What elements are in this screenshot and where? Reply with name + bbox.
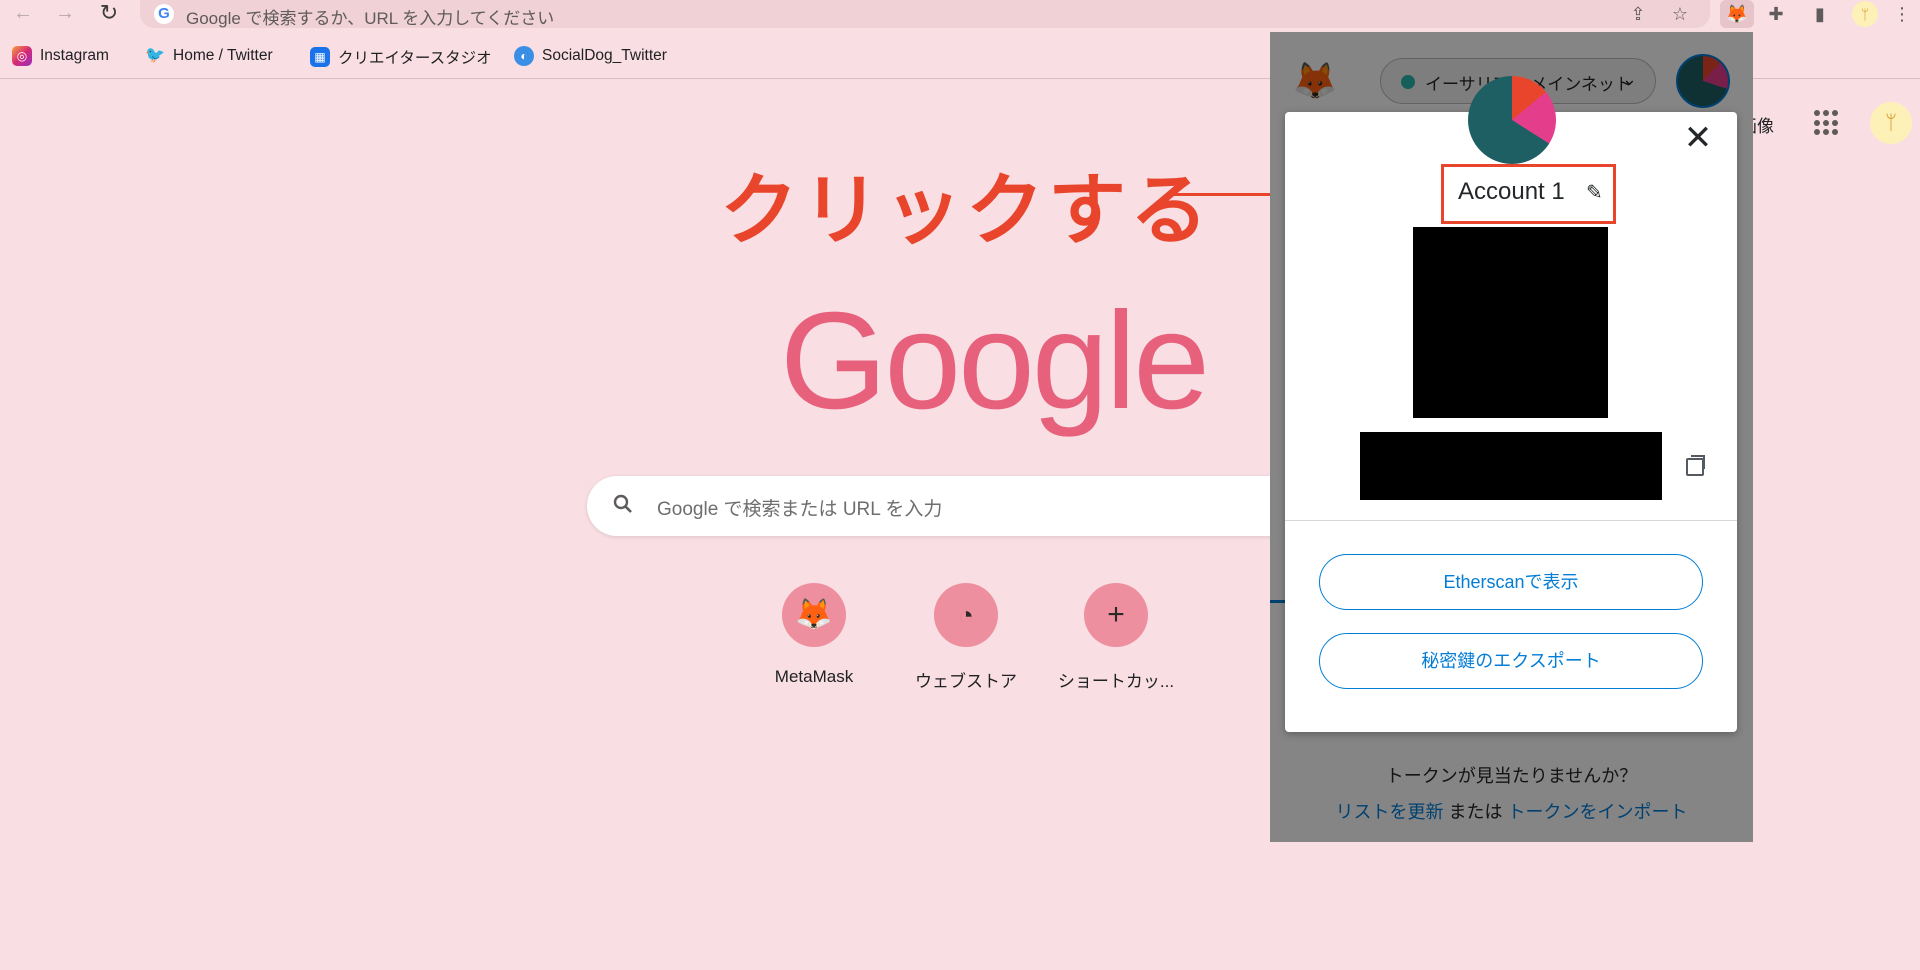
bookmark-twitter[interactable]: 🐦 Home / Twitter: [145, 46, 273, 66]
highlight-box: [1441, 164, 1616, 224]
search-box[interactable]: Google で検索または URL を入力: [587, 476, 1287, 536]
twitter-bird-icon: 🐦: [145, 47, 165, 64]
bookmark-label: Home / Twitter: [173, 47, 273, 64]
shortcut-label: ウェブストア: [915, 672, 1017, 691]
view-on-etherscan-button[interactable]: Etherscanで表示: [1319, 554, 1703, 610]
bookmark-socialdog[interactable]: ◐ SocialDog_Twitter: [514, 46, 667, 66]
google-g-icon: G: [154, 4, 174, 24]
shortcut-label: ショートカッ...: [1057, 672, 1175, 691]
reload-icon[interactable]: ↻: [96, 1, 122, 27]
shortcut-add[interactable]: + ショートカッ...: [1041, 580, 1191, 692]
star-icon[interactable]: ☆: [1668, 2, 1692, 26]
plus-icon: +: [1084, 583, 1148, 647]
export-private-key-button[interactable]: 秘密鍵のエクスポート: [1319, 633, 1703, 689]
instagram-icon: ◎: [12, 46, 32, 66]
socialdog-icon: ◐: [514, 46, 534, 66]
bookmark-label: Instagram: [40, 47, 109, 64]
shortcut-metamask[interactable]: 🦊 MetaMask: [739, 580, 889, 687]
browser-toolbar: ← → ↻ G Google で検索するか、URL を入力してください ⇪ ☆ …: [0, 0, 1920, 28]
click-annotation: クリックする: [720, 166, 1213, 254]
back-arrow-icon[interactable]: ←: [10, 1, 36, 27]
profile-avatar[interactable]: ᛘ: [1852, 1, 1878, 27]
google-logo: Google: [780, 284, 1210, 438]
forward-arrow-icon[interactable]: →: [52, 1, 78, 27]
fox-icon: 🦊: [782, 583, 846, 647]
address-redacted: [1360, 432, 1662, 500]
qr-code-redacted: [1413, 227, 1608, 418]
copy-icon[interactable]: [1686, 455, 1705, 476]
puzzle-icon[interactable]: ✚: [1764, 2, 1788, 26]
search-icon: [613, 494, 632, 513]
metamask-extension-icon[interactable]: 🦊: [1720, 0, 1754, 28]
account-identicon: [1468, 76, 1556, 164]
modal-divider: [1285, 520, 1737, 521]
bookmark-creator-studio[interactable]: ▦ クリエイタースタジオ: [310, 46, 492, 68]
bookmark-label: SocialDog_Twitter: [542, 47, 667, 64]
close-icon[interactable]: ✕: [1682, 121, 1714, 155]
side-panel-icon[interactable]: ▮: [1808, 2, 1832, 26]
search-placeholder: Google で検索または URL を入力: [657, 499, 943, 520]
shortcut-label: MetaMask: [774, 667, 854, 686]
bookmark-label: クリエイタースタジオ: [338, 50, 492, 67]
bookmark-instagram[interactable]: ◎ Instagram: [12, 46, 109, 66]
omnibox[interactable]: G Google で検索するか、URL を入力してください: [140, 0, 1710, 28]
account-avatar[interactable]: ᛘ: [1870, 102, 1912, 144]
webstore-icon: ◔: [934, 583, 998, 647]
shortcut-webstore[interactable]: ◔ ウェブストア: [891, 580, 1041, 692]
clapper-icon: ▦: [310, 47, 330, 67]
apps-grid-icon[interactable]: [1814, 110, 1840, 136]
share-icon[interactable]: ⇪: [1626, 2, 1650, 26]
omnibox-placeholder: Google で検索するか、URL を入力してください: [186, 9, 555, 28]
kebab-menu-icon[interactable]: ⋮: [1890, 2, 1914, 26]
